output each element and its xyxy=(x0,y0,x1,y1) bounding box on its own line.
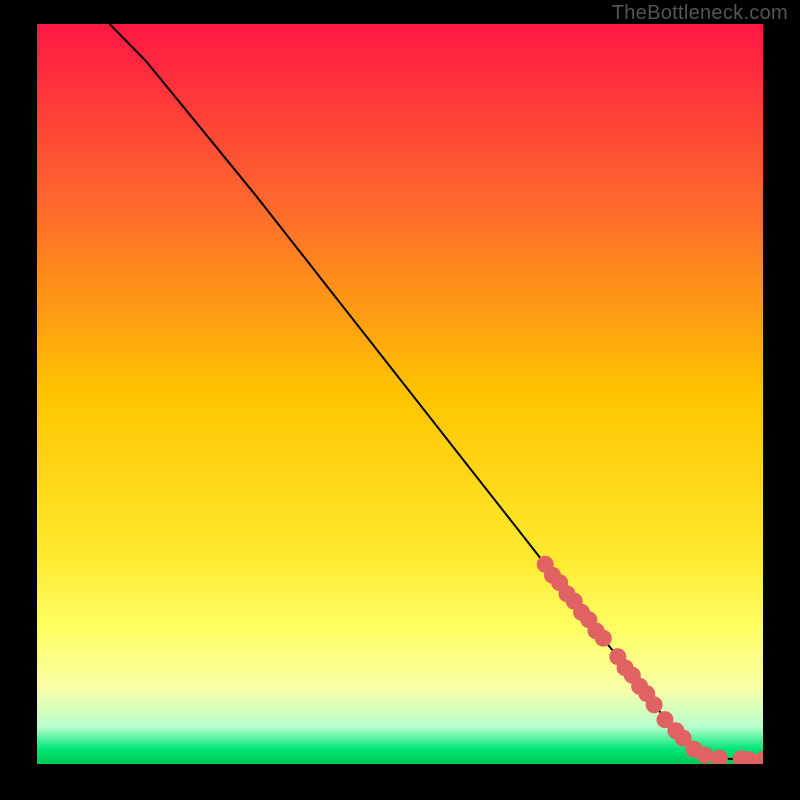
attribution-text: TheBottleneck.com xyxy=(612,2,788,25)
data-point xyxy=(595,630,612,647)
plot-area xyxy=(37,24,763,764)
data-point xyxy=(646,696,663,713)
gradient-background xyxy=(37,24,763,764)
chart-frame: TheBottleneck.com xyxy=(0,0,800,800)
data-point xyxy=(696,747,713,764)
chart-svg xyxy=(37,24,763,764)
